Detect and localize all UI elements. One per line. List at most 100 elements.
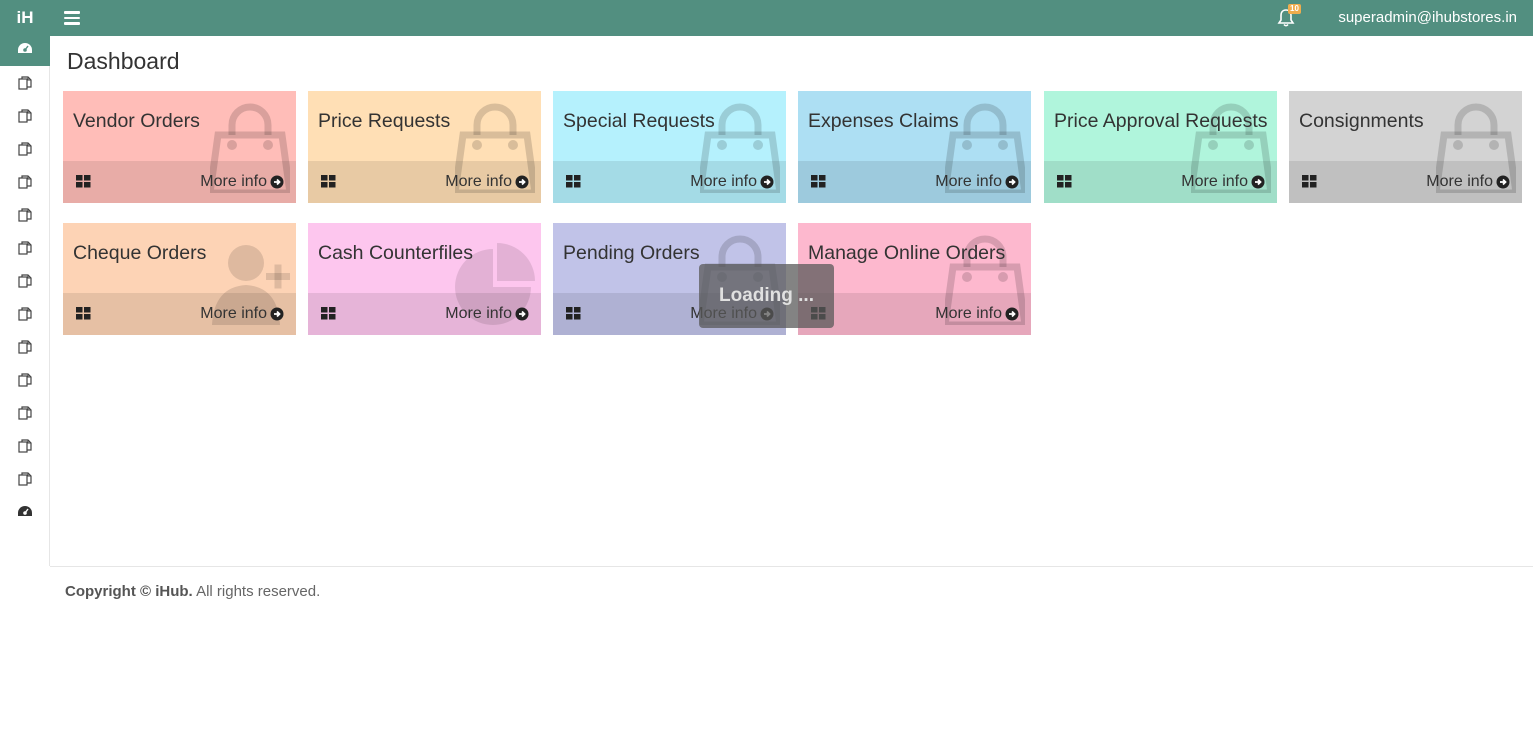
arrow-circle-right-icon <box>515 175 529 189</box>
notification-count-badge: 10 <box>1288 4 1301 14</box>
arrow-circle-right-icon <box>1005 175 1019 189</box>
box-title: Vendor Orders <box>73 110 200 132</box>
copy-icon <box>17 471 33 492</box>
more-info-link[interactable]: More info <box>200 305 284 323</box>
arrow-circle-right-icon <box>1496 175 1510 189</box>
dashboard-icon <box>17 505 33 524</box>
box-title: Pending Orders <box>563 242 700 264</box>
more-info-label: More info <box>690 173 757 190</box>
box-footer[interactable]: More info <box>1044 161 1277 203</box>
copy-icon <box>17 372 33 393</box>
copy-icon <box>17 75 33 96</box>
sidebar-item-13[interactable] <box>0 433 50 463</box>
copy-icon <box>17 273 33 294</box>
arrow-circle-right-icon <box>515 307 529 321</box>
sidebar-item-12[interactable] <box>0 400 50 430</box>
grid-icon <box>566 307 581 325</box>
more-info-label: More info <box>200 305 267 322</box>
more-info-label: More info <box>935 305 1002 322</box>
footer-divider <box>50 566 1533 567</box>
dashboard-icon <box>17 42 33 61</box>
sidebar-item-1[interactable] <box>0 36 50 66</box>
dashboard-box[interactable]: Cash Counterfiles More info <box>308 223 541 335</box>
more-info-link[interactable]: More info <box>1181 173 1265 191</box>
sidebar-item-8[interactable] <box>0 268 50 298</box>
grid-icon <box>321 175 336 193</box>
copy-icon <box>17 306 33 327</box>
sidebar-item-6[interactable] <box>0 202 50 232</box>
box-title: Cash Counterfiles <box>318 242 473 264</box>
dashboard-box[interactable]: Price Approval Requests More info <box>1044 91 1277 203</box>
sidebar-item-11[interactable] <box>0 367 50 397</box>
box-footer[interactable]: More info <box>63 293 296 335</box>
footer-brand[interactable]: iHub. <box>155 583 193 600</box>
more-info-link[interactable]: More info <box>690 173 774 191</box>
app-logo[interactable]: iH <box>0 0 50 36</box>
dashboard-box[interactable]: Special Requests More info <box>553 91 786 203</box>
top-navbar: iH 10 superadmin@ihubstores.in <box>0 0 1533 36</box>
sidebar-item-4[interactable] <box>0 136 50 166</box>
sidebar-item-9[interactable] <box>0 301 50 331</box>
box-title: Consignments <box>1299 110 1424 132</box>
more-info-label: More info <box>1426 173 1493 190</box>
more-info-label: More info <box>200 173 267 190</box>
grid-icon <box>1057 175 1072 193</box>
sidebar-item-10[interactable] <box>0 334 50 364</box>
more-info-link[interactable]: More info <box>445 173 529 191</box>
more-info-link[interactable]: More info <box>935 173 1019 191</box>
copy-icon <box>17 207 33 228</box>
arrow-circle-right-icon <box>1005 307 1019 321</box>
box-title: Price Approval Requests <box>1054 110 1268 132</box>
grid-icon <box>811 175 826 193</box>
dashboard-box[interactable]: Consignments More info <box>1289 91 1522 203</box>
more-info-label: More info <box>935 173 1002 190</box>
footer: Copyright © iHub. All rights reserved. <box>65 583 320 600</box>
user-menu[interactable]: superadmin@ihubstores.in <box>1338 0 1517 36</box>
copyright-label: Copyright © <box>65 583 152 600</box>
dashboard-box[interactable]: Price Requests More info <box>308 91 541 203</box>
box-title: Expenses Claims <box>808 110 959 132</box>
arrow-circle-right-icon <box>270 175 284 189</box>
box-footer[interactable]: More info <box>798 161 1031 203</box>
box-footer[interactable]: More info <box>553 161 786 203</box>
box-footer[interactable]: More info <box>63 161 296 203</box>
sidebar-item-14[interactable] <box>0 466 50 496</box>
dashboard-box[interactable]: Vendor Orders More info <box>63 91 296 203</box>
copy-icon <box>17 141 33 162</box>
dashboard-box[interactable]: Cheque Orders More info <box>63 223 296 335</box>
page-title: Dashboard <box>67 48 180 74</box>
box-footer[interactable]: More info <box>1289 161 1522 203</box>
sidebar-item-7[interactable] <box>0 235 50 265</box>
more-info-link[interactable]: More info <box>935 305 1019 323</box>
box-title: Manage Online Orders <box>808 242 1006 264</box>
box-footer[interactable]: More info <box>308 293 541 335</box>
sidebar-item-3[interactable] <box>0 103 50 133</box>
more-info-label: More info <box>445 305 512 322</box>
more-info-label: More info <box>1181 173 1248 190</box>
copy-icon <box>17 174 33 195</box>
menu-toggle-icon[interactable] <box>64 11 80 25</box>
sidebar-item-15[interactable] <box>0 499 50 529</box>
grid-icon <box>76 307 91 325</box>
copy-icon <box>17 240 33 261</box>
arrow-circle-right-icon <box>1251 175 1265 189</box>
box-footer[interactable]: More info <box>308 161 541 203</box>
copy-icon <box>17 339 33 360</box>
arrow-circle-right-icon <box>760 175 774 189</box>
grid-icon <box>321 307 336 325</box>
copy-icon <box>17 438 33 459</box>
box-title: Cheque Orders <box>73 242 207 264</box>
dashboard-box[interactable]: Expenses Claims More info <box>798 91 1031 203</box>
more-info-link[interactable]: More info <box>1426 173 1510 191</box>
more-info-link[interactable]: More info <box>200 173 284 191</box>
grid-icon <box>566 175 581 193</box>
sidebar <box>0 36 50 566</box>
more-info-link[interactable]: More info <box>445 305 529 323</box>
more-info-label: More info <box>445 173 512 190</box>
copy-icon <box>17 108 33 129</box>
grid-icon <box>76 175 91 193</box>
sidebar-item-2[interactable] <box>0 70 50 100</box>
grid-icon <box>1302 175 1317 193</box>
sidebar-item-5[interactable] <box>0 169 50 199</box>
copy-icon <box>17 405 33 426</box>
